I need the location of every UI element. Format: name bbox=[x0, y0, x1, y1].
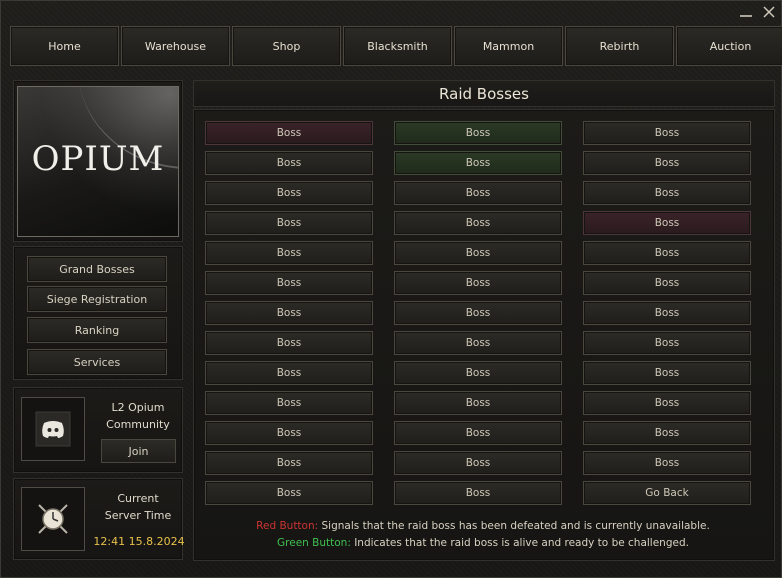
boss-button[interactable]: Boss bbox=[583, 301, 751, 325]
nav-rebirth-button[interactable]: Rebirth bbox=[565, 26, 674, 66]
ranking-button[interactable]: Ranking bbox=[27, 317, 167, 343]
boss-button[interactable]: Boss bbox=[205, 121, 373, 145]
logo-text: OPIUM bbox=[31, 139, 165, 179]
legend-green-text: Indicates that the raid boss is alive an… bbox=[350, 537, 689, 549]
boss-button[interactable]: Boss bbox=[394, 481, 562, 505]
boss-button[interactable]: Boss bbox=[205, 421, 373, 445]
nav-auction-button[interactable]: Auction bbox=[676, 26, 782, 66]
go-back-button[interactable]: Go Back bbox=[583, 481, 751, 505]
boss-button[interactable]: Boss bbox=[205, 451, 373, 475]
boss-button[interactable]: Boss bbox=[583, 361, 751, 385]
boss-button[interactable]: Boss bbox=[394, 391, 562, 415]
window: Home Warehouse Shop Blacksmith Mammon Rebirth… bbox=[0, 0, 782, 578]
server-time-line2: Server Time bbox=[104, 509, 172, 522]
boss-button[interactable]: Boss bbox=[205, 271, 373, 295]
boss-button[interactable]: Boss bbox=[394, 301, 562, 325]
boss-button[interactable]: Boss bbox=[394, 451, 562, 475]
boss-button[interactable]: Boss bbox=[205, 391, 373, 415]
nav-home-button[interactable]: Home bbox=[10, 26, 119, 66]
legend-green-label: Green Button: bbox=[277, 537, 351, 549]
legend-red-label: Red Button: bbox=[256, 520, 319, 532]
boss-button[interactable]: Boss bbox=[583, 181, 751, 205]
logo: OPIUM bbox=[17, 86, 179, 237]
nav-shop-button[interactable]: Shop bbox=[232, 26, 341, 66]
nav-blacksmith-button[interactable]: Blacksmith bbox=[343, 26, 452, 66]
boss-button[interactable]: Boss bbox=[394, 121, 562, 145]
community-line2: Community bbox=[106, 418, 170, 431]
boss-button[interactable]: Boss bbox=[205, 331, 373, 355]
boss-button[interactable]: Boss bbox=[205, 301, 373, 325]
boss-button[interactable]: Boss bbox=[583, 391, 751, 415]
nav-warehouse-button[interactable]: Warehouse bbox=[121, 26, 230, 66]
boss-button[interactable]: Boss bbox=[394, 331, 562, 355]
grand-bosses-button[interactable]: Grand Bosses bbox=[27, 256, 167, 282]
boss-button[interactable]: Boss bbox=[394, 271, 562, 295]
legend-red-text: Signals that the raid boss has been defe… bbox=[318, 520, 710, 532]
boss-button[interactable]: Boss bbox=[394, 211, 562, 235]
boss-button[interactable]: Boss bbox=[583, 451, 751, 475]
legend-green: Green Button: Indicates that the raid bo… bbox=[193, 537, 773, 549]
page-title: Raid Bosses bbox=[193, 80, 775, 107]
close-icon[interactable] bbox=[761, 5, 777, 21]
boss-button[interactable]: Boss bbox=[583, 211, 751, 235]
minimize-icon[interactable] bbox=[738, 5, 754, 21]
server-time-value: 12:41 15.8.2024 bbox=[93, 535, 185, 548]
boss-button[interactable]: Boss bbox=[205, 181, 373, 205]
boss-button[interactable]: Boss bbox=[394, 151, 562, 175]
boss-button[interactable]: Boss bbox=[583, 421, 751, 445]
boss-button[interactable]: Boss bbox=[205, 241, 373, 265]
boss-button[interactable]: Boss bbox=[394, 421, 562, 445]
join-button[interactable]: Join bbox=[101, 439, 176, 463]
boss-button[interactable]: Boss bbox=[583, 271, 751, 295]
boss-button[interactable]: Boss bbox=[394, 241, 562, 265]
boss-button[interactable]: Boss bbox=[583, 331, 751, 355]
boss-button[interactable]: Boss bbox=[394, 361, 562, 385]
legend-red: Red Button: Signals that the raid boss h… bbox=[193, 520, 773, 532]
boss-button[interactable]: Boss bbox=[583, 151, 751, 175]
discord-icon bbox=[21, 397, 85, 461]
boss-button[interactable]: Boss bbox=[205, 151, 373, 175]
community-line1: L2 Opium bbox=[111, 401, 165, 414]
boss-button[interactable]: Boss bbox=[583, 241, 751, 265]
clock-swords-icon bbox=[21, 487, 85, 551]
boss-button[interactable]: Boss bbox=[583, 121, 751, 145]
boss-button[interactable]: Boss bbox=[205, 361, 373, 385]
boss-button[interactable]: Boss bbox=[394, 181, 562, 205]
boss-button[interactable]: Boss bbox=[205, 481, 373, 505]
services-button[interactable]: Services bbox=[27, 349, 167, 375]
server-time-line1: Current bbox=[117, 492, 159, 505]
siege-registration-button[interactable]: Siege Registration bbox=[27, 286, 167, 312]
nav-mammon-button[interactable]: Mammon bbox=[454, 26, 563, 66]
boss-button[interactable]: Boss bbox=[205, 211, 373, 235]
